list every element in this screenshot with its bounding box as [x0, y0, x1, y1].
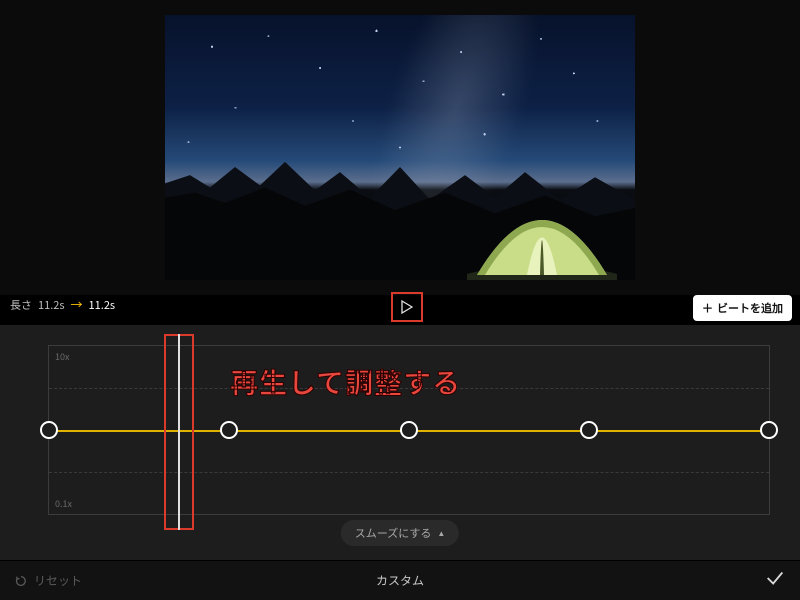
reset-icon — [14, 574, 28, 588]
chevron-up-icon: ▲ — [437, 529, 445, 538]
smooth-label: スムーズにする — [355, 525, 432, 541]
check-icon — [764, 567, 786, 589]
add-beat-label: ビートを追加 — [717, 300, 783, 316]
speed-node[interactable] — [760, 421, 778, 439]
speed-node[interactable] — [220, 421, 238, 439]
tent-illustration — [467, 185, 617, 280]
add-beat-button[interactable]: ＋ ビートを追加 — [693, 295, 792, 321]
duration-original: 11.2s — [38, 297, 65, 313]
reset-label: リセット — [34, 572, 82, 589]
smooth-button[interactable]: スムーズにする ▲ — [341, 520, 459, 546]
playhead[interactable] — [164, 334, 194, 530]
confirm-button[interactable] — [764, 567, 786, 594]
footer-bar: リセット カスタム — [0, 560, 800, 600]
plus-icon: ＋ — [702, 300, 713, 316]
arrow-icon: → — [71, 296, 83, 313]
reset-button[interactable]: リセット — [14, 572, 82, 589]
mode-label: カスタム — [376, 572, 424, 589]
duration-prefix: 長さ — [10, 297, 32, 313]
play-button[interactable] — [391, 292, 423, 322]
duration-info: 長さ 11.2s → 11.2s — [10, 296, 115, 313]
duration-result: 11.2s — [89, 297, 116, 313]
speed-node[interactable] — [400, 421, 418, 439]
y-axis-min: 0.1x — [55, 497, 72, 510]
video-preview-area — [0, 0, 800, 295]
speed-node[interactable] — [580, 421, 598, 439]
y-axis-max: 10x — [55, 350, 69, 363]
speed-node[interactable] — [40, 421, 58, 439]
play-icon — [401, 300, 413, 314]
speed-graph[interactable]: 10x 0.1x — [48, 345, 770, 515]
video-preview[interactable] — [165, 15, 635, 280]
